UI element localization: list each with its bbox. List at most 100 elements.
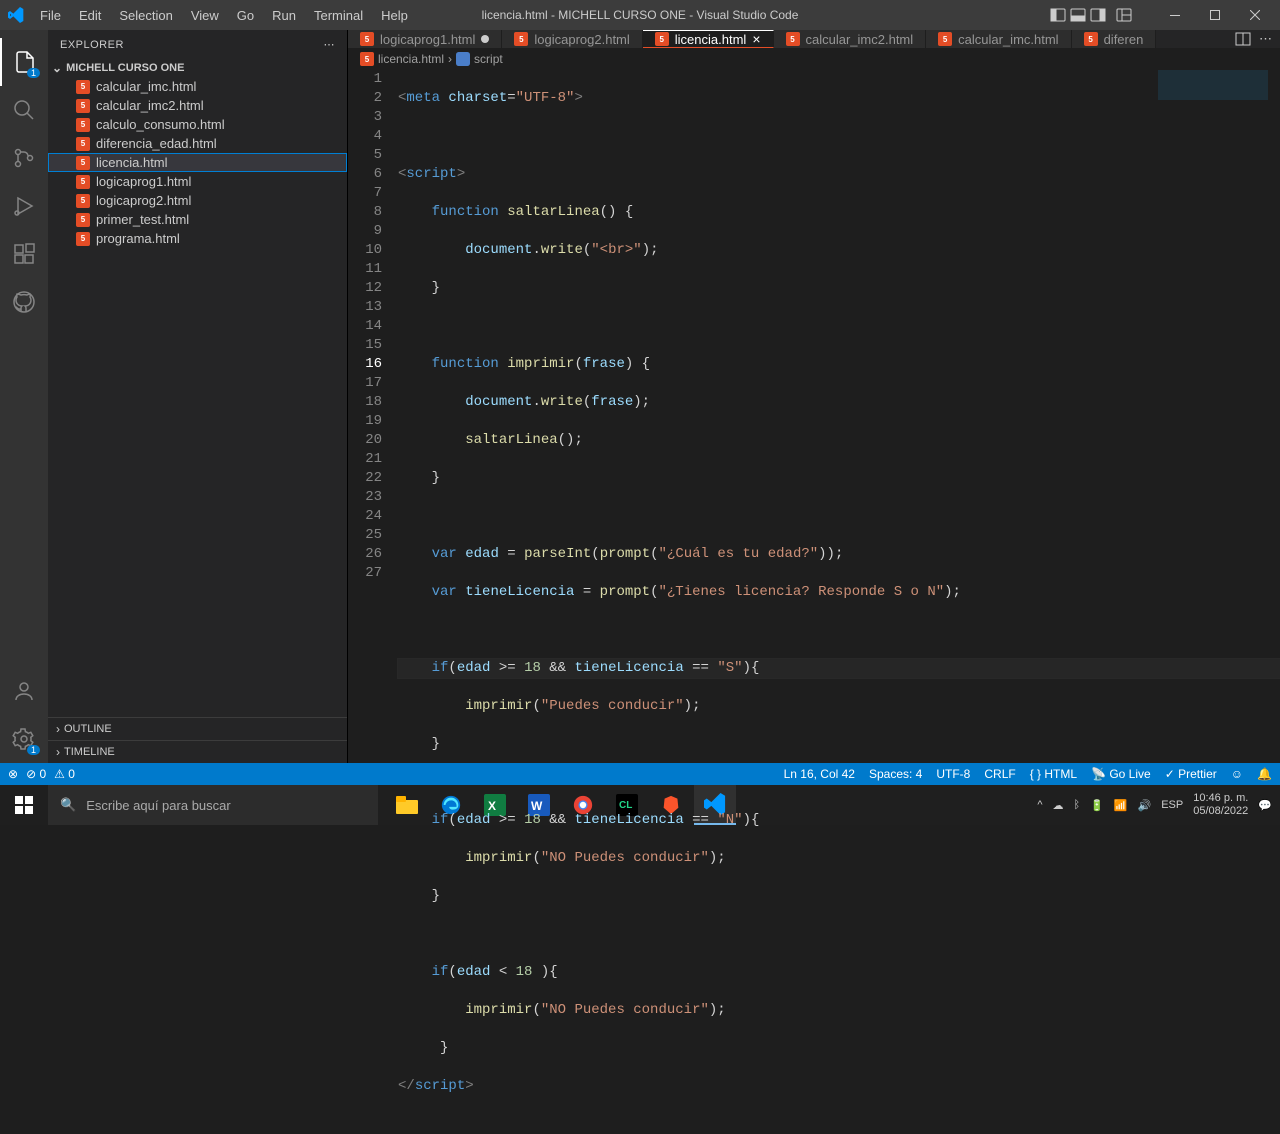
html-file-icon: 5 xyxy=(76,232,90,246)
file-label: calculo_consumo.html xyxy=(96,117,225,132)
breadcrumb-node: script xyxy=(474,52,503,66)
html-file-icon: 5 xyxy=(786,32,800,46)
code-content[interactable]: <meta charset="UTF-8"> <script> function… xyxy=(398,70,1280,1134)
code-editor[interactable]: 1234567891011121314151617181920212223242… xyxy=(348,70,1280,1134)
more-icon[interactable]: ⋯ xyxy=(324,38,336,51)
html-file-icon: 5 xyxy=(938,32,952,46)
breadcrumb-file: licencia.html xyxy=(378,52,444,66)
sidebar-explorer: EXPLORER ⋯ ⌄ MICHELL CURSO ONE 5calcular… xyxy=(48,30,348,763)
file-item[interactable]: 5calcular_imc2.html xyxy=(48,96,347,115)
file-label: calcular_imc2.html xyxy=(96,98,204,113)
taskbar-search[interactable]: 🔍 Escribe aquí para buscar xyxy=(48,785,378,825)
menu-edit[interactable]: Edit xyxy=(71,4,109,27)
menu-file[interactable]: File xyxy=(32,4,69,27)
tab-label: calcular_imc2.html xyxy=(806,32,914,47)
file-label: logicaprog1.html xyxy=(96,174,191,189)
minimize-button[interactable] xyxy=(1158,4,1192,26)
warnings-count[interactable]: ⚠ 0 xyxy=(54,767,75,781)
file-label: logicaprog2.html xyxy=(96,193,191,208)
html-file-icon: 5 xyxy=(76,213,90,227)
menu-help[interactable]: Help xyxy=(373,4,416,27)
breadcrumb[interactable]: 5 licencia.html › script xyxy=(348,48,1280,70)
timeline-panel[interactable]: ›TIMELINE xyxy=(48,740,347,763)
layout-panel-bottom-icon[interactable] xyxy=(1070,7,1086,23)
tab-label: logicaprog2.html xyxy=(534,32,629,47)
search-icon[interactable] xyxy=(0,86,48,134)
outline-label: OUTLINE xyxy=(64,723,112,735)
search-icon: 🔍 xyxy=(60,797,76,813)
html-file-icon: 5 xyxy=(360,32,374,46)
run-debug-icon[interactable] xyxy=(0,182,48,230)
close-tab-icon[interactable]: × xyxy=(752,31,760,47)
folder-header[interactable]: ⌄ MICHELL CURSO ONE xyxy=(48,59,347,77)
file-item[interactable]: 5 programa.html xyxy=(48,229,347,248)
maximize-button[interactable] xyxy=(1198,4,1232,26)
file-item[interactable]: 5 calculo_consumo.html xyxy=(48,115,347,134)
menu-run[interactable]: Run xyxy=(264,4,304,27)
menu-go[interactable]: Go xyxy=(229,4,262,27)
html-file-icon: 5 xyxy=(76,156,90,170)
tab-logicaprog1[interactable]: 5logicaprog1.html xyxy=(348,30,502,48)
start-button[interactable] xyxy=(0,785,48,825)
source-control-icon[interactable] xyxy=(0,134,48,182)
explorer-icon[interactable]: 1 xyxy=(0,38,48,86)
script-icon xyxy=(456,52,470,66)
chevron-down-icon: ⌄ xyxy=(52,61,62,75)
file-item[interactable]: 5logicaprog1.html xyxy=(48,172,347,191)
account-icon[interactable] xyxy=(0,667,48,715)
extensions-icon[interactable] xyxy=(0,230,48,278)
editor-area: 5logicaprog1.html 5logicaprog2.html 5lic… xyxy=(348,30,1280,763)
menu-terminal[interactable]: Terminal xyxy=(306,4,371,27)
github-icon[interactable] xyxy=(0,278,48,326)
file-label: programa.html xyxy=(96,231,180,246)
html-file-icon: 5 xyxy=(76,137,90,151)
editor-tabs: 5logicaprog1.html 5logicaprog2.html 5lic… xyxy=(348,30,1280,48)
html-file-icon: 5 xyxy=(76,194,90,208)
timeline-label: TIMELINE xyxy=(64,746,115,758)
file-label: primer_test.html xyxy=(96,212,189,227)
file-item[interactable]: 5 primer_test.html xyxy=(48,210,347,229)
activity-bar: 1 1 xyxy=(0,30,48,763)
file-item[interactable]: 5 calcular_imc.html xyxy=(48,77,347,96)
line-numbers: 1234567891011121314151617181920212223242… xyxy=(348,70,398,1134)
minimap[interactable] xyxy=(1158,70,1268,130)
file-item[interactable]: 5 licencia.html xyxy=(48,153,347,172)
customize-layout-icon[interactable] xyxy=(1116,7,1132,23)
menu-selection[interactable]: Selection xyxy=(111,4,180,27)
file-item[interactable]: 5 logicaprog2.html xyxy=(48,191,347,210)
tab-calcular-imc2[interactable]: 5 calcular_imc2.html xyxy=(774,30,927,48)
close-button[interactable] xyxy=(1238,4,1272,26)
titlebar: File Edit Selection View Go Run Terminal… xyxy=(0,0,1280,30)
tab-calcular-imc[interactable]: 5 calcular_imc.html xyxy=(926,30,1071,48)
html-file-icon: 5 xyxy=(76,118,90,132)
more-actions-icon[interactable]: ⋯ xyxy=(1259,31,1272,47)
unsaved-dot-icon xyxy=(481,35,489,43)
file-label: diferencia_edad.html xyxy=(96,136,217,151)
tab-label: calcular_imc.html xyxy=(958,32,1058,47)
split-editor-icon[interactable] xyxy=(1235,31,1251,47)
file-label: calcular_imc.html xyxy=(96,79,196,94)
tab-licencia[interactable]: 5licencia.html× xyxy=(643,30,774,48)
html-file-icon: 5 xyxy=(76,80,90,94)
sidebar-header: EXPLORER ⋯ xyxy=(48,30,347,59)
tab-logicaprog2[interactable]: 5logicaprog2.html xyxy=(502,30,642,48)
outline-panel[interactable]: ›OUTLINE xyxy=(48,717,347,740)
menu-view[interactable]: View xyxy=(183,4,227,27)
file-list: 5calcular_imc.html 5calcular_imc2.html 5… xyxy=(48,77,347,717)
chevron-right-icon: › xyxy=(448,52,452,66)
html-file-icon: 5 xyxy=(1084,32,1098,46)
remote-icon[interactable]: ⊗ xyxy=(8,767,18,781)
layout-panel-right-icon[interactable] xyxy=(1090,7,1106,23)
tab-diferencia[interactable]: 5 diferen xyxy=(1072,30,1157,48)
folder-name: MICHELL CURSO ONE xyxy=(66,62,184,74)
menu-bar: File Edit Selection View Go Run Terminal… xyxy=(32,4,416,27)
html-file-icon: 5 xyxy=(360,52,374,66)
settings-icon[interactable]: 1 xyxy=(0,715,48,763)
html-file-icon: 5 xyxy=(655,32,669,46)
file-label: licencia.html xyxy=(96,155,168,170)
file-item[interactable]: 5 diferencia_edad.html xyxy=(48,134,347,153)
window-title: licencia.html - MICHELL CURSO ONE - Visu… xyxy=(482,8,799,22)
layout-panel-left-icon[interactable] xyxy=(1050,7,1066,23)
tab-label: diferen xyxy=(1104,32,1144,47)
errors-count[interactable]: ⊘ 0 xyxy=(26,767,46,781)
